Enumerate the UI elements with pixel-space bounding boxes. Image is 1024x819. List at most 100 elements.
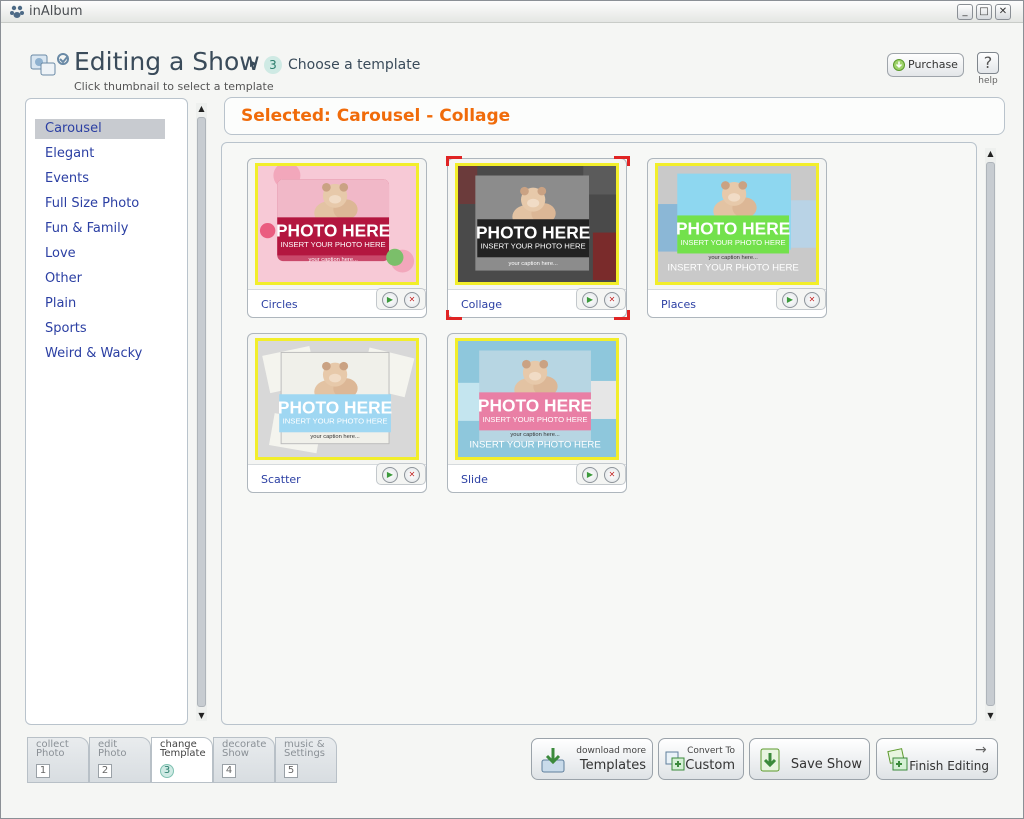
svg-text:PHOTO HERE: PHOTO HERE (478, 395, 592, 415)
selection-bracket (614, 156, 630, 166)
category-item[interactable]: Carousel (35, 119, 165, 139)
category-item[interactable]: Plain (35, 294, 165, 319)
step-tab-number: 1 (36, 764, 50, 778)
delete-icon[interactable]: ✕ (604, 467, 620, 483)
arrow-right-icon: → (975, 742, 987, 758)
template-thumbnail[interactable]: PHOTO HERE INSERT YOUR PHOTO HERE your c… (255, 163, 419, 285)
play-icon[interactable]: ▶ (582, 292, 598, 308)
step-tab-label: collect Photo (36, 740, 92, 759)
template-thumbnail[interactable]: PHOTO HERE INSERT YOUR PHOTO HERE your c… (455, 338, 619, 460)
card-actions: ▶ ✕ (376, 288, 426, 310)
svg-text:PHOTO HERE: PHOTO HERE (676, 219, 790, 239)
sidebar-scrollbar[interactable]: ▲ ▼ (196, 103, 207, 721)
save-show-button[interactable]: Save Show (749, 738, 870, 780)
category-item[interactable]: Full Size Photo (35, 194, 165, 219)
download-line1: download more (576, 746, 646, 756)
template-card-places[interactable]: PHOTO HERE INSERT YOUR PHOTO HERE INSERT… (647, 158, 827, 318)
step-tab-number: 5 (284, 764, 298, 778)
template-thumbnail[interactable]: PHOTO HERE INSERT YOUR PHOTO HERE INSERT… (655, 163, 819, 285)
template-name: Circles (261, 298, 298, 311)
step-tab-line2: Template (160, 748, 206, 759)
gallery-scrollbar[interactable]: ▲ ▼ (985, 148, 996, 721)
category-item[interactable]: Other (35, 269, 165, 294)
step-tab-line2: Photo (98, 748, 127, 759)
template-card-scatter[interactable]: PHOTO HERE INSERT YOUR PHOTO HERE your c… (247, 333, 427, 493)
step-tab-number: 4 (222, 764, 236, 778)
selection-bracket (614, 310, 630, 320)
title-bar[interactable]: inAlbum _ □ ✕ (1, 1, 1023, 23)
card-actions: ▶ ✕ (376, 463, 426, 485)
category-item[interactable]: Sports (35, 319, 165, 344)
svg-text:INSERT YOUR PHOTO HERE: INSERT YOUR PHOTO HERE (681, 238, 786, 247)
category-sidebar: Carousel Elegant Events Full Size Photo Fun … (25, 98, 188, 725)
step-tab-5[interactable]: music & Settings 5 (275, 737, 337, 783)
finish-editing-button[interactable]: → Finish Editing (876, 738, 998, 780)
template-card-collage[interactable]: PHOTO HERE INSERT YOUR PHOTO HERE your c… (446, 156, 630, 320)
selected-template-bar: Selected: Carousel - Collage (224, 97, 1005, 135)
delete-icon[interactable]: ✕ (404, 292, 420, 308)
minimize-button[interactable]: _ (957, 4, 973, 20)
category-item[interactable]: Fun & Family (35, 219, 165, 244)
template-card-circles[interactable]: PHOTO HERE INSERT YOUR PHOTO HERE your c… (247, 158, 427, 318)
svg-text:PHOTO HERE: PHOTO HERE (278, 397, 392, 417)
template-thumbnail[interactable]: PHOTO HERE INSERT YOUR PHOTO HERE your c… (455, 163, 619, 285)
step-tab-label: edit Photo (98, 740, 154, 759)
step-tab-line2: Photo (36, 748, 65, 759)
step-tab-2[interactable]: edit Photo 2 (89, 737, 151, 783)
template-name: Scatter (261, 473, 301, 486)
category-item[interactable]: Love (35, 244, 165, 269)
maximize-button[interactable]: □ (976, 4, 992, 20)
card-actions: ▶ ✕ (576, 288, 626, 310)
card-footer: Circles ▶ ✕ (248, 288, 426, 317)
step-tab-line2: Show (222, 748, 249, 759)
step-tab-1[interactable]: collect Photo 1 (27, 737, 89, 783)
svg-text:INSERT YOUR PHOTO HERE: INSERT YOUR PHOTO HERE (483, 415, 588, 424)
step-number: 3 (264, 56, 282, 74)
selection-bracket (446, 156, 462, 166)
step-tab-3[interactable]: change Template 3 (151, 737, 213, 783)
download-line2: Templates (579, 758, 646, 773)
category-item[interactable]: Elegant (35, 144, 165, 169)
category-item[interactable]: Weird & Wacky (35, 344, 165, 369)
page-title: Editing a Show (74, 47, 260, 76)
template-card-slide[interactable]: PHOTO HERE INSERT YOUR PHOTO HERE your c… (447, 333, 627, 493)
delete-icon[interactable]: ✕ (404, 467, 420, 483)
svg-text:INSERT YOUR PHOTO HERE: INSERT YOUR PHOTO HERE (481, 242, 586, 251)
svg-text:INSERT YOUR PHOTO HERE: INSERT YOUR PHOTO HERE (281, 240, 386, 249)
close-button[interactable]: ✕ (995, 4, 1011, 20)
play-icon[interactable]: ▶ (382, 292, 398, 308)
card-footer: Slide ▶ ✕ (448, 463, 626, 492)
category-item[interactable]: Events (35, 169, 165, 194)
delete-icon[interactable]: ✕ (604, 292, 620, 308)
scroll-up-icon[interactable]: ▲ (196, 103, 207, 114)
card-actions: ▶ ✕ (576, 463, 626, 485)
download-templates-button[interactable]: download more Templates (531, 738, 653, 780)
play-icon[interactable]: ▶ (782, 292, 798, 308)
step-tab-label: change Template (160, 740, 216, 759)
step-tab-line2: Settings (284, 748, 326, 759)
download-icon (541, 748, 565, 773)
template-name: Collage (461, 298, 503, 311)
play-icon[interactable]: ▶ (382, 467, 398, 483)
download-arrow-icon (893, 59, 905, 71)
help-button[interactable]: ? (977, 52, 999, 74)
purchase-button[interactable]: Purchase (887, 53, 964, 77)
play-icon[interactable]: ▶ (582, 467, 598, 483)
scroll-up-icon[interactable]: ▲ (985, 148, 996, 159)
paw-icon (10, 5, 24, 18)
template-thumbnail[interactable]: PHOTO HERE INSERT YOUR PHOTO HERE your c… (255, 338, 419, 460)
convert-custom-button[interactable]: Convert To Custom (658, 738, 744, 780)
scroll-thumb[interactable] (197, 117, 206, 707)
selected-template-text: Selected: Carousel - Collage (241, 106, 511, 126)
scroll-down-icon[interactable]: ▼ (985, 710, 996, 721)
scroll-thumb[interactable] (986, 162, 995, 706)
delete-icon[interactable]: ✕ (804, 292, 820, 308)
scroll-down-icon[interactable]: ▼ (196, 710, 207, 721)
edit-show-icon (30, 53, 69, 76)
step-tab-4[interactable]: decorate Show 4 (213, 737, 275, 783)
template-name: Slide (461, 473, 488, 486)
svg-text:your caption here...: your caption here... (310, 434, 360, 440)
svg-text:PHOTO HERE: PHOTO HERE (476, 222, 590, 242)
help-label: help (978, 76, 998, 86)
svg-text:INSERT YOUR PHOTO HERE: INSERT YOUR PHOTO HERE (667, 263, 798, 274)
